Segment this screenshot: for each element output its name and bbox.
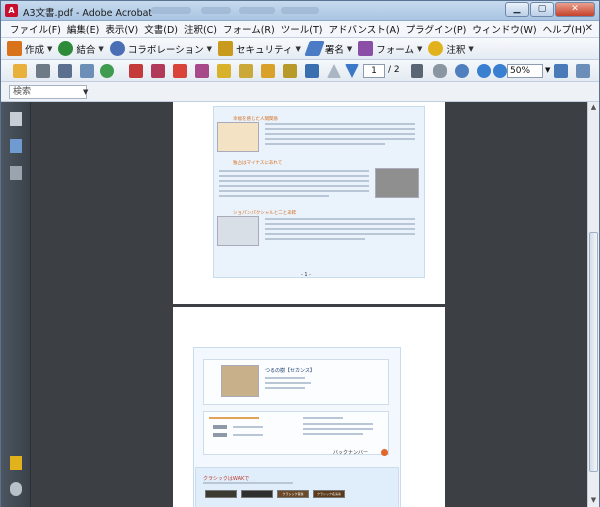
page-total: / 2 xyxy=(388,65,400,75)
article-image xyxy=(217,216,259,246)
pdf-icon[interactable] xyxy=(173,64,187,78)
note-icon[interactable] xyxy=(261,64,275,78)
banner-button: クラシック音楽 xyxy=(277,490,309,498)
section-heading: 独占はマイナスにあれて xyxy=(233,161,283,166)
footer-heading: クラシックはWAKで xyxy=(203,476,250,482)
menu-window[interactable]: ウィンドウ(W) xyxy=(469,22,539,36)
blurred-tab xyxy=(151,7,191,14)
lock-icon xyxy=(218,41,234,56)
zoom-in-icon[interactable] xyxy=(493,64,507,78)
pen-icon xyxy=(304,41,325,56)
search-input[interactable]: 検索 xyxy=(9,85,87,99)
previous-page-icon[interactable] xyxy=(327,64,341,78)
highlight-icon[interactable] xyxy=(239,64,253,78)
blurred-tab xyxy=(201,7,231,14)
menu-view[interactable]: 表示(V) xyxy=(102,22,141,36)
zoom-dropdown-icon[interactable]: ▼ xyxy=(545,66,550,74)
window-title: A3文書.pdf - Adobe Acrobat xyxy=(23,8,153,19)
zoom-out-icon[interactable] xyxy=(477,64,491,78)
menu-forms[interactable]: フォーム(R) xyxy=(220,22,278,36)
forms-button[interactable]: フォーム ▼ xyxy=(358,41,422,56)
email-icon[interactable] xyxy=(80,64,94,78)
feature-title: つるの樹【セカンス】 xyxy=(265,368,315,374)
close-document-icon[interactable]: ✕ xyxy=(585,23,593,34)
menu-help[interactable]: ヘルプ(H) xyxy=(540,22,589,36)
convert-icon[interactable] xyxy=(129,64,143,78)
article-image xyxy=(217,122,259,152)
collaborate-button[interactable]: コラボレーション ▼ xyxy=(109,41,212,56)
back-number-label: バックナンバー xyxy=(333,450,369,456)
comment-button[interactable]: 注釈 ▼ xyxy=(428,41,474,56)
pdf-page-1: 幸福を感じた人間関係 独占はマイナスにあれて ショパンパクシャルと二とあ粋 - … xyxy=(173,102,445,304)
arrow-circle-icon xyxy=(381,449,388,456)
article-image xyxy=(375,168,419,198)
blurred-tab xyxy=(281,7,319,14)
blurred-tab xyxy=(239,7,275,14)
combine-icon xyxy=(58,41,74,56)
security-button[interactable]: セキュリティ ▼ xyxy=(218,41,301,56)
vertical-scrollbar[interactable]: ▲ ▼ xyxy=(587,102,599,507)
pdf-page-2: つるの樹【セカンス】 バックナンバー クラシックはWAKで クラシック音楽 クラ… xyxy=(173,307,445,507)
form-icon xyxy=(358,41,374,56)
acrobat-window: A A3文書.pdf - Adobe Acrobat ▁ ▢ ✕ ファイル(F)… xyxy=(0,0,600,507)
collaborate-icon xyxy=(109,41,125,56)
menu-tools[interactable]: ツール(T) xyxy=(278,22,326,36)
menu-edit[interactable]: 編集(E) xyxy=(64,22,102,36)
banner-button xyxy=(205,490,237,498)
banner-button xyxy=(241,490,273,498)
document-view[interactable]: 幸福を感じた人間関係 独占はマイナスにあれて ショパンパクシャルと二とあ粋 - … xyxy=(31,102,587,507)
pages-icon[interactable] xyxy=(10,112,22,126)
menu-bar: ファイル(F) 編集(E) 表示(V) 文書(D) 注釈(C) フォーム(R) … xyxy=(1,21,599,38)
scroll-down-icon[interactable]: ▼ xyxy=(590,497,597,504)
optimize-icon[interactable] xyxy=(195,64,209,78)
minimize-button[interactable]: ▁ xyxy=(505,2,529,17)
comment-icon xyxy=(428,41,444,56)
page-number-label: - 1 - xyxy=(301,272,311,278)
markup-icon[interactable] xyxy=(283,64,297,78)
open-folder-icon[interactable] xyxy=(13,64,27,78)
task-toolbar: 作成 ▼ 結合 ▼ コラボレーション ▼ セキュリティ ▼ 署名 ▼ フォーム ▼ 注釈 ▼ xyxy=(1,38,599,60)
create-button[interactable]: 作成 ▼ xyxy=(7,41,52,56)
menu-file[interactable]: ファイル(F) xyxy=(7,22,64,36)
stamp-icon[interactable] xyxy=(217,64,231,78)
export-icon[interactable] xyxy=(151,64,165,78)
create-pdf-icon xyxy=(7,41,22,56)
fit-width-icon[interactable] xyxy=(576,64,590,78)
portrait-image xyxy=(221,365,259,397)
comments-icon[interactable] xyxy=(10,456,22,470)
select-text-icon[interactable] xyxy=(411,64,423,78)
page-number-input[interactable]: 1 xyxy=(363,64,385,78)
next-page-icon[interactable] xyxy=(345,64,359,78)
combine-button[interactable]: 結合 ▼ xyxy=(58,41,104,56)
print-icon[interactable] xyxy=(36,64,50,78)
footer-panel xyxy=(195,467,399,507)
attachments-icon[interactable] xyxy=(10,482,22,496)
save-icon[interactable] xyxy=(58,64,72,78)
title-bar: A A3文書.pdf - Adobe Acrobat ▁ ▢ ✕ xyxy=(1,1,599,21)
menu-document[interactable]: 文書(D) xyxy=(141,22,181,36)
search-toolbar: 検索 ▼ xyxy=(1,82,599,102)
menu-advanced[interactable]: アドバンスト(A) xyxy=(325,22,402,36)
scroll-thumb[interactable] xyxy=(589,232,598,472)
menu-comments[interactable]: 注釈(C) xyxy=(181,22,220,36)
file-toolbar: 1 / 2 50% ▼ xyxy=(1,60,599,82)
menu-plugins[interactable]: プラグイン(P) xyxy=(403,22,470,36)
hand-tool-icon[interactable] xyxy=(433,64,447,78)
search-dropdown-icon[interactable]: ▼ xyxy=(83,88,88,96)
sign-button[interactable]: 署名 ▼ xyxy=(304,41,352,56)
banner-button: クラシック名演奏 xyxy=(313,490,345,498)
maximize-button[interactable]: ▢ xyxy=(530,2,554,17)
bookmarks-icon[interactable] xyxy=(10,139,22,153)
scroll-up-icon[interactable]: ▲ xyxy=(590,104,597,111)
close-button[interactable]: ✕ xyxy=(555,2,595,17)
typewriter-icon[interactable] xyxy=(305,64,319,78)
signatures-icon[interactable] xyxy=(10,166,22,180)
navigation-pane xyxy=(1,102,31,507)
attach-icon[interactable] xyxy=(100,64,114,78)
acrobat-app-icon: A xyxy=(5,4,18,17)
zoom-level-input[interactable]: 50% xyxy=(507,64,543,78)
fit-page-icon[interactable] xyxy=(554,64,568,78)
marquee-zoom-icon[interactable] xyxy=(455,64,469,78)
